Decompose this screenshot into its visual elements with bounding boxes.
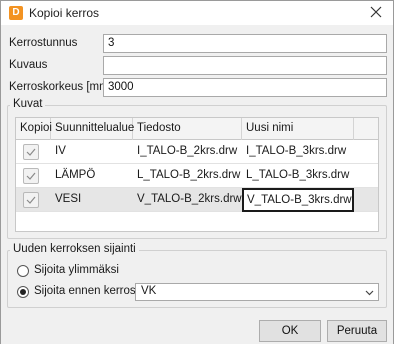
floor-select-value: VK xyxy=(141,285,157,297)
suunnittelualue-cell: IV xyxy=(55,145,66,157)
table-row[interactable]: LÄMPÖ L_TALO-B_2krs.drw L_TALO-B_3krs.dr… xyxy=(16,164,378,188)
copy-checkbox[interactable] xyxy=(23,144,39,160)
column-header-suunnittelualue[interactable]: Suunnittelualue xyxy=(51,118,134,140)
uusi-nimi-cell[interactable]: I_TALO-B_3krs.drw xyxy=(242,140,354,164)
drawings-grid: Kopioi Suunnittelualue Tiedosto Uusi nim… xyxy=(15,117,379,232)
kuvat-group-title: Kuvat xyxy=(10,98,46,110)
dialog-title: Kopioi kerros xyxy=(29,6,100,20)
ok-button[interactable]: OK xyxy=(259,320,321,342)
kerrostunnus-label: Kerrostunnus xyxy=(9,37,78,49)
column-header-uusi-nimi[interactable]: Uusi nimi xyxy=(242,118,354,140)
radio-label-ylimmaksi[interactable]: Sijoita ylimmäksi xyxy=(34,264,119,276)
copy-checkbox[interactable] xyxy=(23,168,39,184)
radio-sijoita-ennen[interactable] xyxy=(17,286,29,298)
kuvaus-input[interactable] xyxy=(103,56,387,75)
close-icon[interactable] xyxy=(367,4,385,22)
table-row[interactable]: IV I_TALO-B_2krs.drw I_TALO-B_3krs.drw xyxy=(16,140,378,164)
kuvaus-label: Kuvaus xyxy=(9,59,48,71)
tiedosto-cell: L_TALO-B_2krs.drw xyxy=(137,169,241,181)
copy-floor-dialog: D Kopioi kerros Kerrostunnus 3 Kuvaus Ke… xyxy=(0,0,394,344)
suunnittelualue-cell: LÄMPÖ xyxy=(55,169,96,181)
tiedosto-cell: V_TALO-B_2krs.drw xyxy=(137,193,242,205)
kerroskorkeus-input[interactable]: 3000 xyxy=(103,78,387,97)
kerrostunnus-input[interactable]: 3 xyxy=(103,34,387,53)
copy-checkbox[interactable] xyxy=(23,192,39,208)
tiedosto-cell: I_TALO-B_2krs.drw xyxy=(137,145,238,157)
radio-label-ennen[interactable]: Sijoita ennen kerrosta: xyxy=(34,285,148,297)
dialog-footer: OK Peruuta xyxy=(1,315,393,344)
radio-sijoita-ylimmaksi[interactable] xyxy=(17,265,29,277)
suunnittelualue-cell: VESI xyxy=(55,193,82,205)
column-header-kopioi[interactable]: Kopioi xyxy=(16,118,52,140)
app-logo-icon: D xyxy=(9,6,23,20)
uusi-nimi-edit-cell[interactable]: V_TALO-B_3krs.drw xyxy=(242,188,354,212)
kerroskorkeus-label: Kerroskorkeus [mm] xyxy=(9,81,112,93)
chevron-down-icon xyxy=(365,290,374,296)
sijainti-group-title: Uuden kerroksen sijainti xyxy=(10,243,139,255)
cancel-button[interactable]: Peruuta xyxy=(327,320,387,342)
floor-select[interactable]: VK xyxy=(135,283,379,301)
column-header-tiedosto[interactable]: Tiedosto xyxy=(133,118,242,140)
uusi-nimi-cell[interactable]: L_TALO-B_3krs.drw xyxy=(242,164,354,188)
radio-selected-dot xyxy=(20,289,26,295)
table-row-selected[interactable]: VESI V_TALO-B_2krs.drw V_TALO-B_3krs.drw xyxy=(16,188,378,212)
title-bar: D Kopioi kerros xyxy=(1,1,393,25)
grid-header: Kopioi Suunnittelualue Tiedosto Uusi nim… xyxy=(16,118,378,140)
